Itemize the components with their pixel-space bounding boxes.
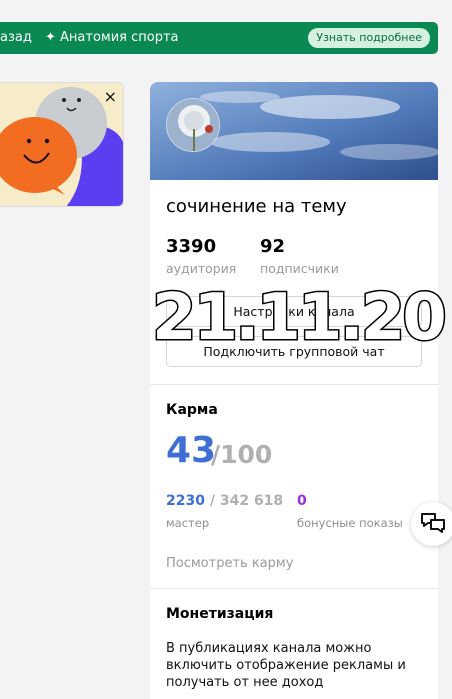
channel-avatar[interactable] <box>166 98 220 152</box>
audience-value: 3390 <box>166 236 217 257</box>
view-karma-link[interactable]: Посмотреть карму <box>166 556 293 571</box>
audience-label: аудитория <box>166 261 237 276</box>
subscribers-label: подписчики <box>260 261 339 276</box>
channel-card: сочинение на тему 3390 аудитория 92 подп… <box>150 82 438 699</box>
rank-position: 2230 / 342 618 <box>166 493 283 509</box>
back-link[interactable]: азад <box>0 30 32 45</box>
promo-bar: азад ✦ Анатомия спорта Узнать подробнее <box>0 22 438 54</box>
divider <box>150 588 438 589</box>
karma-heading: Карма <box>166 402 218 418</box>
karma-max: /100 <box>211 440 273 469</box>
rank-label: мастер <box>166 516 210 530</box>
monetization-heading: Монетизация <box>166 606 274 622</box>
promo-title[interactable]: ✦ Анатомия спорта <box>45 30 179 45</box>
ad-card[interactable]: × <box>0 82 124 207</box>
divider <box>150 384 438 385</box>
monetization-text: В публикациях канала можно включить отоб… <box>166 641 406 690</box>
close-icon[interactable]: × <box>104 87 117 106</box>
date-overlay: 21.11.20 <box>151 281 449 355</box>
bonus-label: бонусные показы <box>297 516 403 530</box>
chat-button[interactable] <box>411 502 452 546</box>
channel-title: сочинение на тему <box>166 196 347 217</box>
karma-value: 43 <box>166 430 217 471</box>
subscribers-value: 92 <box>260 236 286 257</box>
rank-current: 2230 <box>166 493 205 509</box>
bonus-value: 0 <box>297 493 307 509</box>
rank-total: / 342 618 <box>204 493 284 509</box>
chat-bubbles-icon <box>421 513 445 533</box>
learn-more-button[interactable]: Узнать подробнее <box>308 28 430 48</box>
